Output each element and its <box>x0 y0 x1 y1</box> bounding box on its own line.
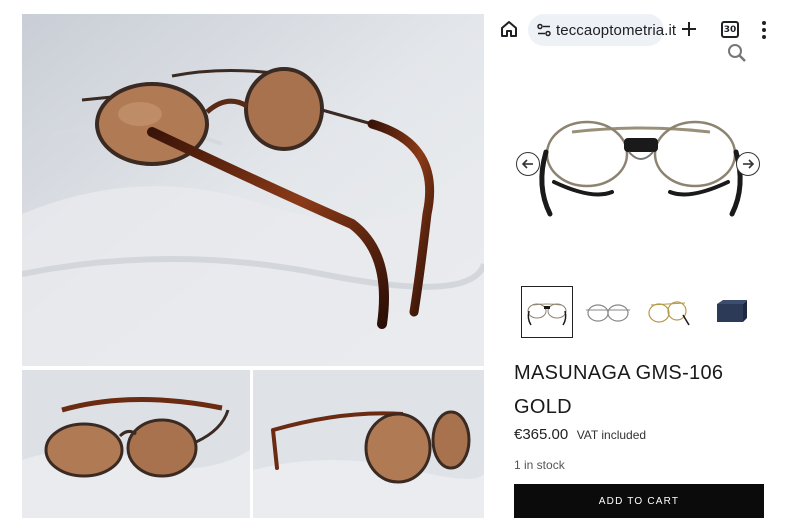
product-title: MASUNAGA GMS-106 GOLD <box>514 362 724 418</box>
stock-status: 1 in stock <box>514 458 565 472</box>
site-settings-icon[interactable] <box>536 22 552 38</box>
plus-icon[interactable] <box>678 18 700 40</box>
product-photo-front <box>22 370 250 518</box>
product-photo-side <box>253 370 484 518</box>
mobile-browser: teccaoptometria.it 30 MASUNAGA GMS-106 G… <box>492 0 788 532</box>
gallery-thumbnail[interactable] <box>642 286 694 338</box>
search-icon[interactable] <box>726 42 748 64</box>
arrow-left-icon[interactable] <box>516 152 540 176</box>
vat-note: VAT included <box>576 428 647 442</box>
gallery-thumbnail[interactable] <box>582 286 634 338</box>
tab-switcher-icon[interactable]: 30 <box>721 21 739 38</box>
url-text: teccaoptometria.it <box>556 22 677 39</box>
address-bar[interactable]: teccaoptometria.it <box>528 14 676 46</box>
arrow-right-icon[interactable] <box>736 152 760 176</box>
add-to-cart-button[interactable]: ADD TO CART <box>514 484 764 518</box>
gallery-thumbnail[interactable] <box>704 286 756 338</box>
product-gallery-image[interactable] <box>532 96 750 226</box>
price-row: €365.00 VAT included <box>514 426 646 444</box>
gallery-thumbnail[interactable] <box>521 286 573 338</box>
product-photo-main <box>22 14 484 366</box>
home-icon[interactable] <box>498 18 520 40</box>
more-vert-icon[interactable] <box>758 18 770 42</box>
product-price: €365.00 <box>514 426 569 443</box>
